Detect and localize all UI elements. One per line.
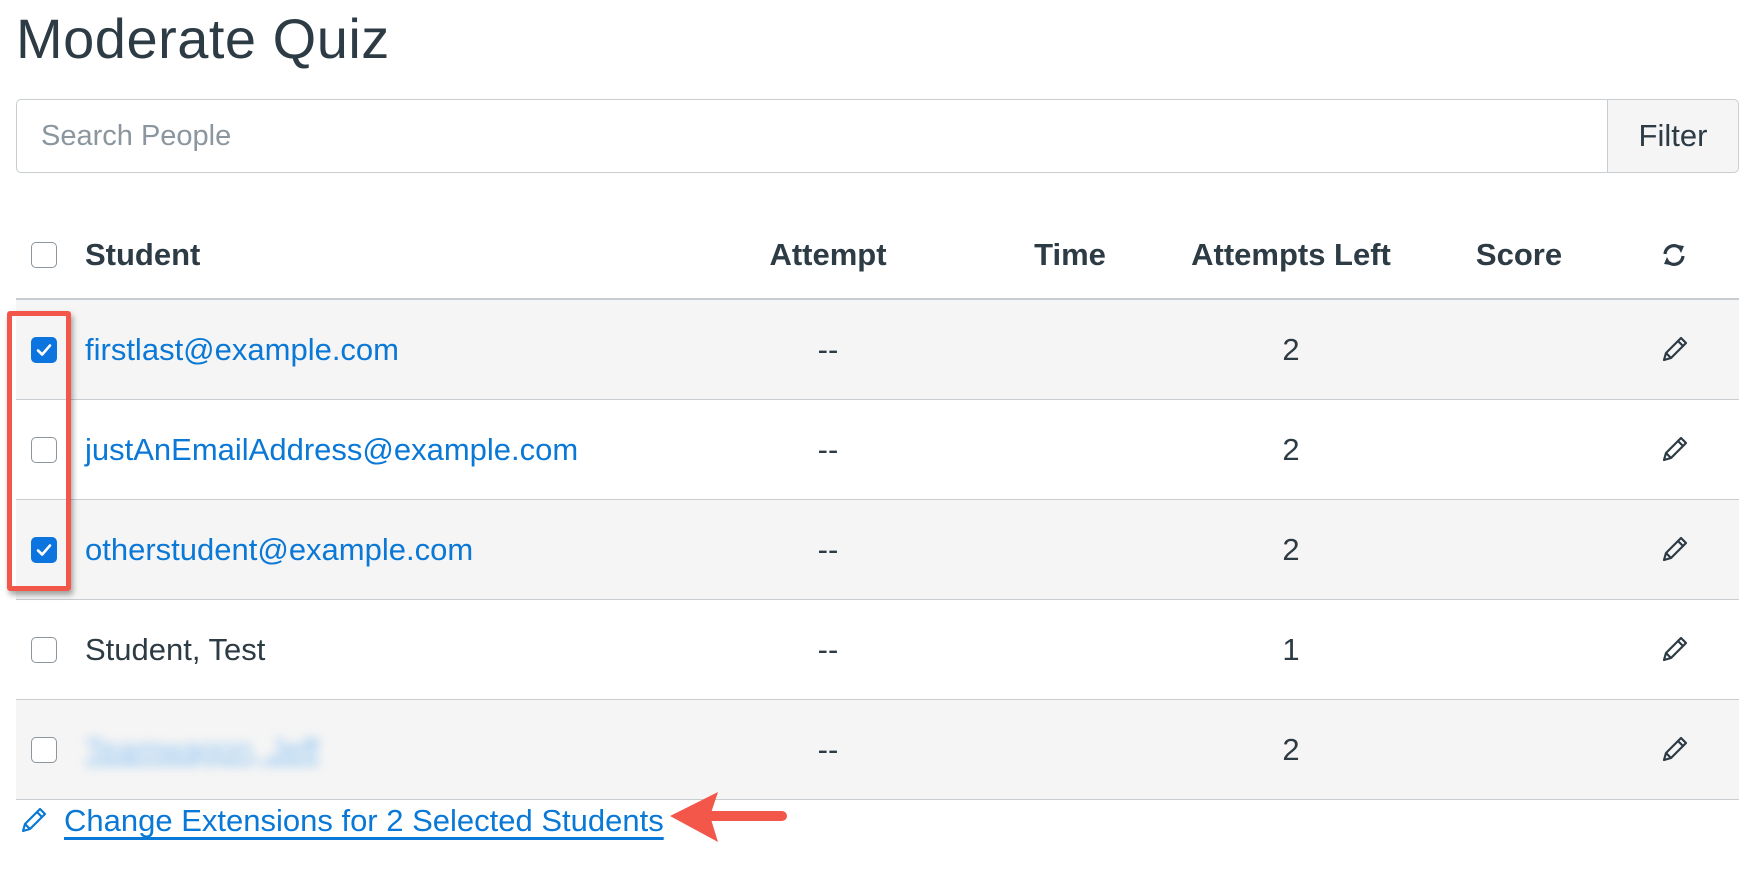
column-header-time[interactable]: Time [1010, 212, 1130, 298]
refresh-button[interactable] [1654, 212, 1694, 298]
annotation-highlight-box [7, 311, 71, 591]
attempts-left-cell: 2 [1282, 731, 1300, 767]
pencil-icon [16, 804, 50, 838]
row-checkbox[interactable] [31, 636, 57, 663]
pencil-icon [1662, 436, 1688, 461]
page-title: Moderate Quiz [16, 7, 390, 70]
table-row: Student, Test -- 1 [16, 600, 1739, 700]
attempt-cell: -- [817, 331, 839, 367]
row-select-cell [29, 700, 59, 799]
student-cell: justAnEmailAddress@example.com [85, 400, 578, 499]
student-cell: otherstudent@example.com [85, 500, 473, 599]
attempts-left-cell: 2 [1282, 431, 1300, 467]
attempt-cell: -- [817, 431, 839, 467]
change-extensions-link[interactable]: Change Extensions for 2 Selected Student… [16, 803, 664, 839]
time-cell [1010, 600, 1130, 699]
edit-extension-button[interactable] [1654, 700, 1694, 799]
pencil-icon [1662, 536, 1688, 561]
student-name[interactable]: firstlast@example.com [85, 332, 399, 368]
score-cell [1449, 700, 1589, 799]
table-row: justAnEmailAddress@example.com -- 2 [16, 400, 1739, 500]
column-header-score[interactable]: Score [1449, 212, 1589, 298]
student-cell: Student, Test [85, 600, 265, 699]
refresh-icon [1663, 244, 1685, 266]
edit-extension-button[interactable] [1654, 600, 1694, 699]
time-cell [1010, 300, 1130, 399]
score-cell [1449, 400, 1589, 499]
attempt-cell: -- [817, 731, 839, 767]
table-row: otherstudent@example.com -- 2 [16, 500, 1739, 600]
students-table: Student Attempt Time Attempts Left Score… [16, 212, 1739, 800]
search-bar: Filter [16, 99, 1739, 173]
time-cell [1010, 700, 1130, 799]
annotation-arrow [670, 792, 787, 842]
row-checkbox[interactable] [31, 736, 57, 763]
student-cell: Teamwagon, Jeff [85, 700, 319, 799]
edit-extension-button[interactable] [1654, 300, 1694, 399]
attempts-left-cell: 2 [1282, 331, 1300, 367]
student-name: Student, Test [85, 631, 266, 667]
attempt-cell: -- [817, 631, 839, 667]
table-row: firstlast@example.com -- 2 [16, 300, 1739, 400]
pencil-icon [1662, 636, 1688, 661]
student-name[interactable]: justAnEmailAddress@example.com [85, 432, 578, 468]
edit-extension-button[interactable] [1654, 500, 1694, 599]
row-select-cell [29, 600, 59, 699]
table-body: firstlast@example.com -- 2 justAnEmailAddre… [16, 300, 1739, 800]
column-header-attempts-left[interactable]: Attempts Left [1171, 212, 1411, 298]
table-row: Teamwagon, Jeff -- 2 [16, 700, 1739, 800]
attempts-left-cell: 1 [1282, 631, 1300, 667]
column-header-student[interactable]: Student [85, 212, 200, 298]
student-name[interactable]: Teamwagon, Jeff [85, 732, 319, 768]
pencil-icon [1662, 336, 1688, 361]
score-cell [1449, 300, 1589, 399]
select-all-cell [29, 212, 59, 298]
pencil-icon [1662, 736, 1688, 761]
time-cell [1010, 500, 1130, 599]
student-cell: firstlast@example.com [85, 300, 399, 399]
search-input[interactable] [16, 99, 1607, 173]
student-name[interactable]: otherstudent@example.com [85, 532, 473, 568]
table-header-row: Student Attempt Time Attempts Left Score [16, 212, 1739, 300]
attempt-cell: -- [817, 531, 839, 567]
score-cell [1449, 500, 1589, 599]
score-cell [1449, 600, 1589, 699]
edit-extension-button[interactable] [1654, 400, 1694, 499]
change-extensions-label: Change Extensions for 2 Selected Student… [64, 803, 664, 838]
time-cell [1010, 400, 1130, 499]
filter-button[interactable]: Filter [1607, 99, 1739, 173]
attempts-left-cell: 2 [1282, 531, 1300, 567]
select-all-checkbox[interactable] [31, 242, 57, 268]
column-header-attempt[interactable]: Attempt [748, 212, 908, 298]
